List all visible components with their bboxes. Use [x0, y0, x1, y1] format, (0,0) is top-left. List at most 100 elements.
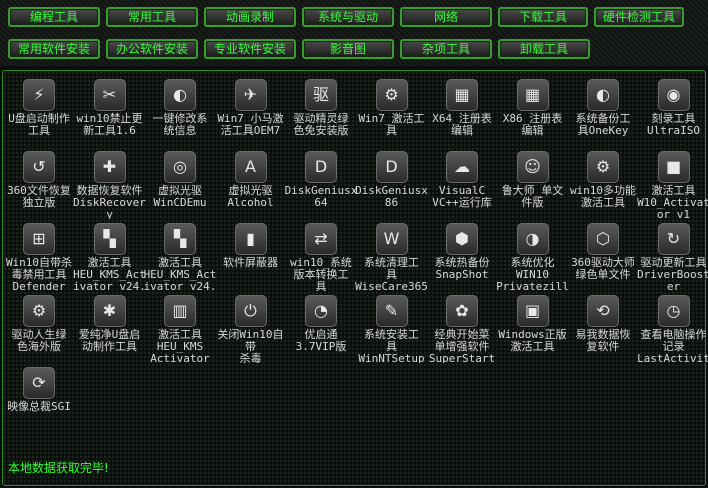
tool-label: 经典开始菜 单增强软件 SuperStart [428, 328, 496, 364]
category-toolbar: 编程工具 常用工具 动画录制 系统与驱动 网络 下载工具 硬件检测工具 常用软件安装 办公软件… [0, 0, 708, 66]
tool-label: 系统备份工 具OneKey [575, 112, 631, 137]
tool-item[interactable]: ☁ VisualC VC++运行库 [425, 147, 499, 219]
tool-label: DiskGeniusx86 [355, 184, 428, 209]
tool-item[interactable]: ⚡ U盘启动制作 工具 [2, 75, 76, 147]
shield-block-icon: ▮ [234, 223, 267, 255]
tool-item[interactable]: ◐ 系统备份工 具OneKey [566, 75, 640, 147]
tool-label: 驱动精灵绿 色免安装版 [293, 112, 349, 137]
tool-item[interactable]: ⟳ 映像总裁SGI [2, 363, 76, 435]
tool-item[interactable]: ☺ 鲁大师_单文 件版 [496, 147, 570, 219]
tool-item[interactable]: ↻ 驱动更新工具 DriverBooster [637, 219, 708, 291]
tool-label: Windows正版 激活工具 [498, 328, 567, 353]
registry-cubes-icon: ▦ [516, 79, 549, 111]
tool-label: 爱纯净U盘启 动制作工具 [78, 328, 141, 353]
category-tab-row1-1[interactable]: 常用工具 [106, 7, 198, 27]
tool-label: 关闭Win10自带 杀毒 wDControl [217, 328, 284, 364]
snapshot-icon: ⬢ [446, 223, 478, 255]
kms-blocks-icon: ▚ [164, 223, 196, 255]
tool-item[interactable]: A 虚拟光驱 Alcohol [214, 147, 288, 219]
tool-item[interactable]: ⬡ 360驱动大师 绿色单文件 [566, 219, 640, 291]
ludashi-icon: ☺ [516, 151, 549, 183]
tool-item[interactable]: ▚激活工具 HEU_KMS_Activator_v24.2.4_64bit_x6… [143, 219, 217, 291]
tool-item[interactable]: ◷查看电脑操作记录 LastActivityView [637, 291, 708, 363]
tool-item[interactable]: D DiskGeniusx64 [284, 147, 358, 219]
usb-icon: ⚡ [23, 79, 55, 111]
tool-label: 激活工具 HEU_KMS Activator [150, 328, 210, 364]
tool-label: DiskGeniusx64 [284, 184, 358, 209]
easeus-icon: ⟲ [587, 295, 619, 327]
tool-item[interactable]: ✈ Win7_小马激 活工具OEM7 [214, 75, 288, 147]
tool-item[interactable]: ⊞Win10自带杀 毒禁用工具 Defender Control [2, 219, 76, 291]
tool-item[interactable]: W 系统清理工 具 WiseCare365 [355, 219, 429, 291]
shuffle-icon: ⇄ [305, 223, 337, 255]
tool-item[interactable]: ⚙ Win7_激活工 具 [355, 75, 429, 147]
category-tab-row1-5[interactable]: 下载工具 [498, 7, 588, 27]
tool-item[interactable]: ▦ X86_注册表 编辑 [496, 75, 570, 147]
tool-item[interactable]: ◎ 虚拟光驱 WinCDEmu [143, 147, 217, 219]
tool-item[interactable]: ▮ 软件屏蔽器 [214, 219, 288, 291]
edit-disc-icon: ◐ [164, 79, 196, 111]
category-tab-row1-2[interactable]: 动画录制 [204, 7, 296, 27]
tool-label: 驱动更新工具 DriverBooster [637, 256, 708, 292]
tool-item[interactable]: 驱驱动精灵绿 色免安装版 [284, 75, 358, 147]
backup-disc-icon: ◐ [587, 79, 619, 111]
activator-cube-icon: ■ [657, 151, 690, 183]
tool-label: win10_系统 版本转换工 具 [290, 256, 352, 292]
tool-label: 虚拟光驱 WinCDEmu [153, 184, 207, 209]
tool-item[interactable]: ⬢ 系统热备份 SnapShot [425, 219, 499, 291]
kms-blocks-icon: ▚ [93, 223, 126, 255]
category-tab-row2-5[interactable]: 卸载工具 [498, 39, 590, 59]
tool-label: 系统安装工 具 WinNTSetup [358, 328, 425, 364]
tool-item[interactable]: ✿ 经典开始菜 单增强软件 SuperStart [425, 291, 499, 363]
tool-item[interactable]: ◉ 刻录工具 UltraISO [637, 75, 708, 147]
tool-item[interactable]: ✚数据恢复软件 DiskRecovery 11汉化绿色版 [73, 147, 147, 219]
start-menu-icon: ✿ [446, 295, 478, 327]
tool-item[interactable]: D DiskGeniusx86 [355, 147, 429, 219]
virtual-drive-icon: ◎ [164, 151, 196, 183]
tool-item[interactable]: ✎ 系统安装工 具 WinNTSetup [355, 291, 429, 363]
tool-item[interactable]: ⏻关闭Win10自带 杀毒 wDControl [214, 291, 288, 363]
tool-item[interactable]: ▚激活工具 HEU_KMS_Activator_v24.2.4_32bit_x8… [73, 219, 147, 291]
burn-disc-icon: ◉ [657, 79, 690, 111]
tool-item[interactable]: ⚙ 驱动人生绿 色海外版 [2, 291, 76, 363]
category-tab-row2-4[interactable]: 杂项工具 [400, 39, 492, 59]
category-tab-row1-3[interactable]: 系统与驱动 [302, 7, 394, 27]
tool-label: 一键修改系 统信息 [152, 112, 208, 137]
windows-icon: ⊞ [23, 223, 55, 255]
tool-item[interactable]: ▥ 激活工具 HEU_KMS Activator [143, 291, 217, 363]
tool-item[interactable]: ✂ win10禁止更 新工具1.6 [73, 75, 147, 147]
driver-master-icon: ⬡ [587, 223, 619, 255]
driver-genius-icon: 驱 [305, 79, 337, 111]
drive-life-icon: ⚙ [23, 295, 55, 327]
category-tab-row2-3[interactable]: 影音图 [302, 39, 394, 59]
gear-box-icon: ⚙ [375, 79, 408, 111]
tool-label: 鲁大师_单文 件版 [501, 184, 564, 209]
tool-label: 虚拟光驱 Alcohol [227, 184, 274, 209]
tool-label: 激活工具 HEU_KMS_Activator_v24.2.4_32bit_x86 [73, 256, 146, 292]
windows-card-icon: ▣ [516, 295, 549, 327]
category-tab-row1-0[interactable]: 编程工具 [8, 7, 100, 27]
tool-item[interactable]: ▣ Windows正版 激活工具 [496, 291, 570, 363]
tool-item[interactable]: ◔ 优启通 3.7VIP版 [284, 291, 358, 363]
tools-panel: ⚡ U盘启动制作 工具 ✂ win10禁止更 新工具1.6 ◐ 一键修改系 统信息 ✈ Win… [2, 70, 708, 486]
tool-item[interactable]: ⟲ 易我数据恢 复软件 [566, 291, 640, 363]
category-tab-row2-1[interactable]: 办公软件安装 [106, 39, 198, 59]
tool-item[interactable]: ◐ 一键修改系 统信息 [143, 75, 217, 147]
diskgenius-icon: D [305, 151, 337, 183]
tool-item[interactable]: ⇄ win10_系统 版本转换工 具 [284, 219, 358, 291]
tool-item[interactable]: ◑系统优化 WIN10 Privatezilla [496, 219, 570, 291]
category-tab-row1-6[interactable]: 硬件检测工具 [594, 7, 684, 27]
tool-label: Win7_小马激 活工具OEM7 [217, 112, 284, 137]
tool-label: 激活工具 W10_Activator_v1 [637, 184, 708, 220]
tool-item[interactable]: ↺ 360文件恢复 独立版 [2, 147, 76, 219]
tool-label: win10禁止更 新工具1.6 [76, 112, 143, 137]
tool-item[interactable]: ■ 激活工具 W10_Activator_v1 [637, 147, 708, 219]
tool-item[interactable]: ⚙ win10多功能 激活工具 [566, 147, 640, 219]
tool-label: X86_注册表 编辑 [502, 112, 563, 137]
tool-item[interactable]: ▦ X64_注册表 编辑 [425, 75, 499, 147]
category-tab-row1-4[interactable]: 网络 [400, 7, 492, 27]
category-tab-row2-0[interactable]: 常用软件安装 [8, 39, 100, 59]
tool-item[interactable]: ✱ 爱纯净U盘启 动制作工具 [73, 291, 147, 363]
category-tab-row2-2[interactable]: 专业软件安装 [204, 39, 296, 59]
tool-label: 系统热备份 SnapShot [434, 256, 490, 281]
